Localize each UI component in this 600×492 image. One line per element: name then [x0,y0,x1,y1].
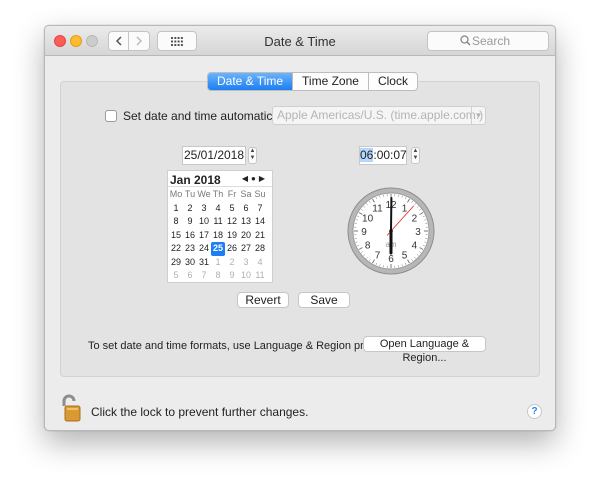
clock-number: 3 [415,227,421,238]
calendar-day[interactable]: 1 [211,256,225,270]
calendar-day[interactable]: 4 [211,202,225,216]
clock-number: 8 [365,241,371,252]
calendar-nav: ◀●▶ [242,174,268,183]
calendar-day[interactable]: 11 [211,215,225,229]
auto-time-checkbox[interactable] [105,110,117,122]
time-rest: :00:07 [373,148,407,162]
calendar-day[interactable]: 3 [197,202,211,216]
tab-panel [60,81,540,377]
calendar-divider [168,186,272,187]
clock-number: 4 [412,241,418,252]
clock-number: 10 [362,214,374,225]
calendar-day[interactable]: 29 [169,256,183,270]
calendar-day[interactable]: 3 [239,256,253,270]
analog-clock: 121234567891011am [347,187,435,275]
tab-bar: Date & Time Time Zone Clock [207,72,418,91]
calendar-day[interactable]: 8 [211,269,225,283]
time-server-value: Apple Americas/U.S. (time.apple.com.) [277,108,484,122]
search-icon [460,35,471,46]
calendar-day[interactable]: 20 [239,229,253,243]
auto-time-row: Set date and time automatically: [105,109,294,123]
time-field[interactable]: 06:00:07 [359,146,407,165]
open-language-region-button[interactable]: Open Language & Region... [363,336,486,364]
tab-clock[interactable]: Clock [369,73,417,90]
tab-time-zone[interactable]: Time Zone [293,73,369,90]
calendar-day[interactable]: 28 [253,242,267,256]
clock-number: 2 [412,214,418,225]
calendar-month-label: Jan 2018 [170,173,221,187]
clock-number: 7 [375,250,381,261]
time-stepper[interactable]: ▲ ▼ [411,147,420,164]
calendar-day[interactable]: 6 [183,269,197,283]
auto-time-label: Set date and time automatically: [123,109,294,123]
calendar-day[interactable]: 17 [197,229,211,243]
calendar-day[interactable]: 1 [169,202,183,216]
next-month-icon[interactable]: ▶ [259,174,268,183]
help-icon[interactable]: ? [527,404,542,419]
weekday-header: Su [254,189,266,199]
calendar-day[interactable]: 10 [239,269,253,283]
search-placeholder: Search [472,34,511,48]
today-dot-icon[interactable]: ● [251,174,259,183]
calendar-day[interactable]: 10 [197,215,211,229]
titlebar: Date & Time Search [45,26,555,56]
prev-month-icon[interactable]: ◀ [242,174,251,183]
calendar-day[interactable]: 6 [239,202,253,216]
time-server-select: Apple Americas/U.S. (time.apple.com.) ▼ [272,106,486,125]
chevron-down-icon: ▼ [471,107,485,124]
calendar-day[interactable]: 18 [211,229,225,243]
calendar-day[interactable]: 25 [211,242,225,256]
calendar-day[interactable]: 7 [197,269,211,283]
calendar-day[interactable]: 31 [197,256,211,270]
calendar-day[interactable]: 26 [225,242,239,256]
calendar-day[interactable]: 2 [225,256,239,270]
clock-number: 9 [361,227,367,238]
date-stepper[interactable]: ▲ ▼ [248,147,257,164]
calendar-day[interactable]: 8 [169,215,183,229]
calendar-day[interactable]: 15 [169,229,183,243]
lock-hint: Click the lock to prevent further change… [91,405,309,419]
calendar-day[interactable]: 9 [183,215,197,229]
weekday-header: Mo [169,189,183,199]
calendar-day[interactable]: 7 [253,202,267,216]
time-hour: 06 [360,148,374,162]
weekday-header: Sa [240,189,252,199]
date-field[interactable]: 25/01/2018 [182,146,246,165]
calendar-day[interactable]: 16 [183,229,197,243]
weekday-header: Fr [227,189,237,199]
tab-date-time[interactable]: Date & Time [208,73,294,90]
calendar-day[interactable]: 30 [183,256,197,270]
calendar-day[interactable]: 9 [225,269,239,283]
date-time-window: Date & Time Search Date & Time Time Zone… [44,25,556,431]
calendar-day[interactable]: 11 [253,269,267,283]
calendar-day[interactable]: 22 [169,242,183,256]
calendar-day[interactable]: 12 [225,215,239,229]
calendar-day[interactable]: 5 [169,269,183,283]
calendar-day[interactable]: 24 [197,242,211,256]
save-button[interactable]: Save [298,292,350,308]
calendar: Jan 2018 ◀●▶ Mo Tu We Th Fr Sa Su 1 2 3 4 5 6 7 8 9 10 11… [167,170,273,283]
calendar-day[interactable]: 2 [183,202,197,216]
clock-center [389,229,393,233]
calendar-day[interactable]: 19 [225,229,239,243]
calendar-day[interactable]: 27 [239,242,253,256]
calendar-day[interactable]: 14 [253,215,267,229]
calendar-day[interactable]: 23 [183,242,197,256]
calendar-day[interactable]: 4 [253,256,267,270]
clock-number: 5 [402,250,408,261]
calendar-day[interactable]: 13 [239,215,253,229]
calendar-grid: Mo Tu We Th Fr Sa Su 1 2 3 4 5 6 7 8 9 10 11 12 13 14 15 16 17 1… [169,188,267,283]
calendar-day[interactable]: 5 [225,202,239,216]
weekday-header: Tu [184,189,196,199]
weekday-header: Th [212,189,224,199]
weekday-header: We [197,189,211,199]
padlock-open-icon[interactable] [60,394,82,422]
revert-button[interactable]: Revert [237,292,289,308]
clock-number: 11 [372,204,383,215]
clock-number: 6 [388,254,394,265]
calendar-day[interactable]: 21 [253,229,267,243]
search-field[interactable]: Search [427,31,549,51]
